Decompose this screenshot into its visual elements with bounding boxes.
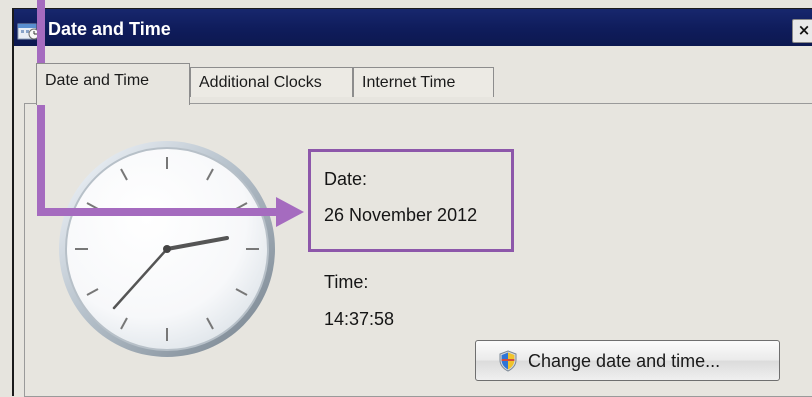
window-title: Date and Time	[48, 19, 171, 39]
uac-shield-icon	[499, 350, 517, 372]
analog-clock-icon	[59, 141, 275, 357]
date-label: Date:	[324, 169, 368, 189]
tab-date-and-time[interactable]: Date and Time	[36, 63, 190, 105]
change-date-time-button[interactable]: Change date and time...	[475, 340, 780, 381]
tab-label: Internet Time	[362, 74, 456, 91]
tab-label: Date and Time	[45, 72, 150, 89]
time-value: 14:37:58	[324, 309, 395, 329]
close-icon: ×	[797, 21, 811, 39]
date-highlight-box	[308, 149, 514, 252]
tab-label: Additional Clocks	[199, 74, 322, 91]
date-value: 26 November 2012	[324, 205, 478, 225]
time-label: Time:	[324, 272, 369, 292]
change-date-time-label: Change date and time...	[528, 351, 721, 371]
title-bar[interactable]: Date and Time ×	[14, 9, 812, 46]
close-button[interactable]: ×	[792, 19, 812, 43]
tab-additional-clocks[interactable]: Additional Clocks	[190, 67, 353, 97]
tab-internet-time[interactable]: Internet Time	[353, 67, 494, 97]
date-time-app-icon	[17, 23, 40, 40]
